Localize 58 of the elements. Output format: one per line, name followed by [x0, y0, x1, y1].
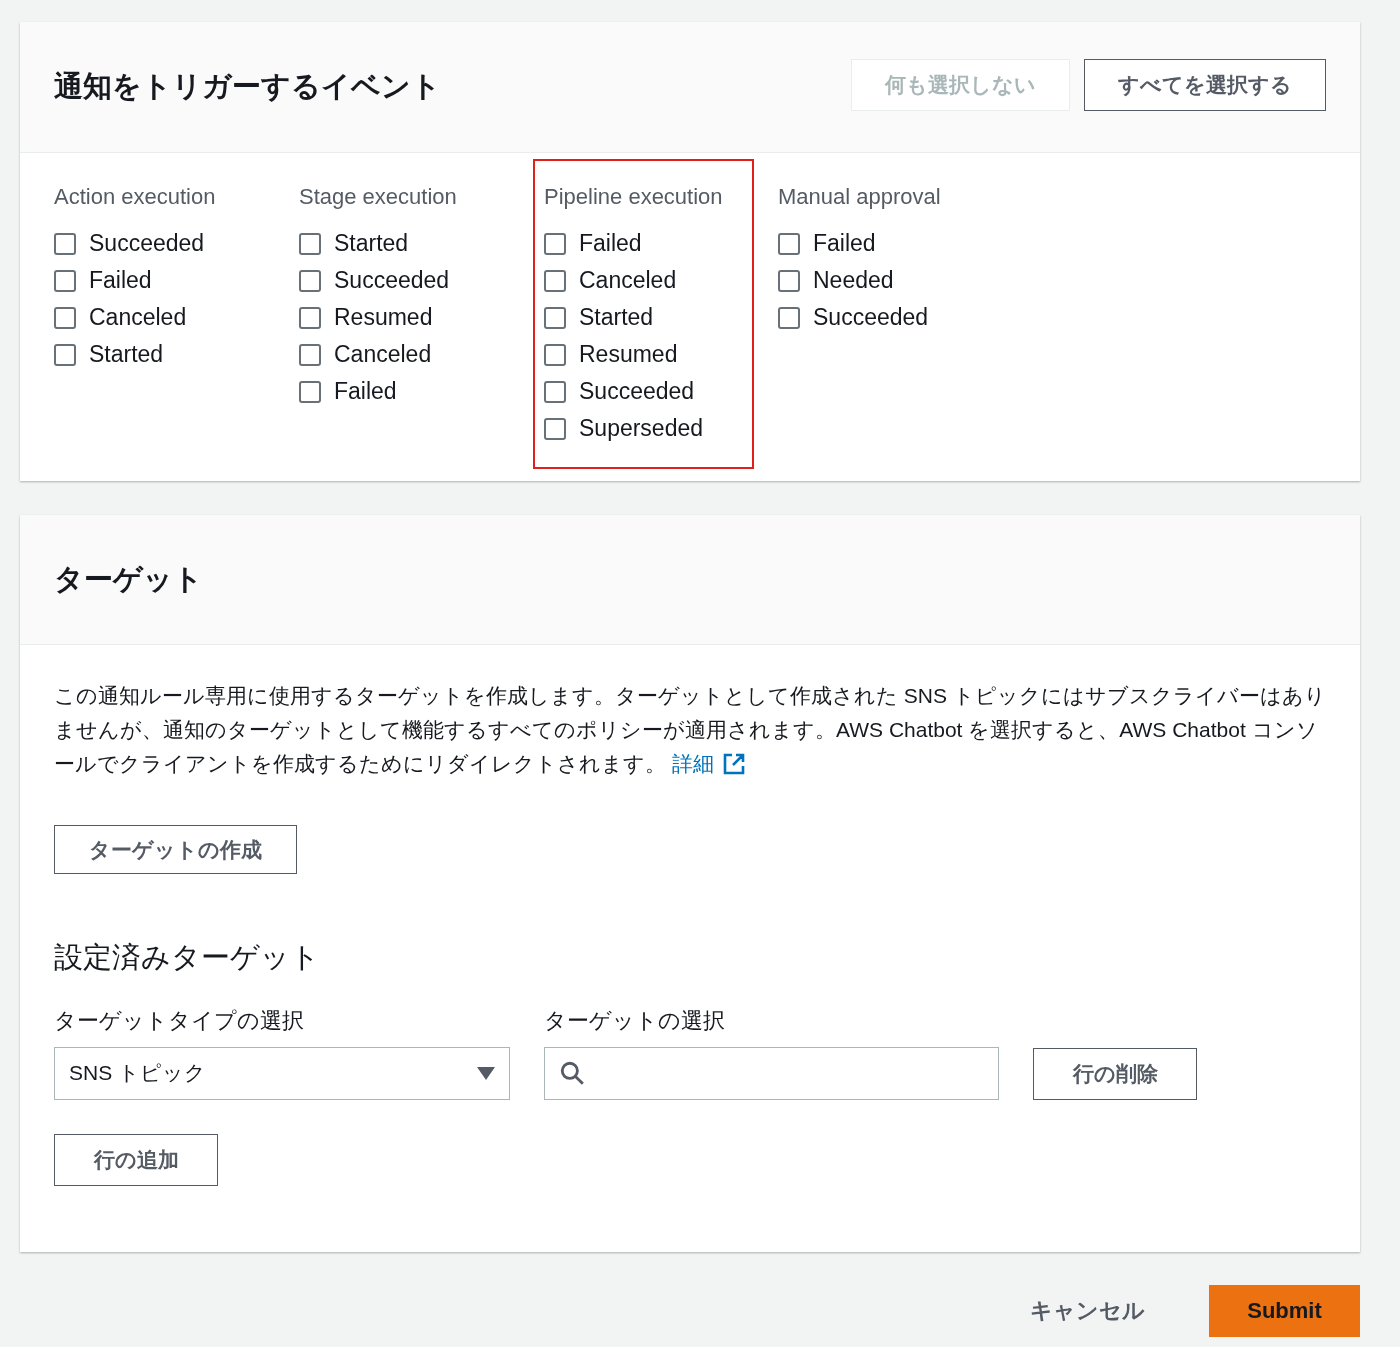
checkbox-label: Started — [334, 229, 409, 259]
remove-row-button[interactable]: 行の削除 — [1033, 1047, 1197, 1100]
checkbox-label: Canceled — [89, 303, 187, 333]
field-label: ターゲットタイプの選択 — [54, 1006, 305, 1035]
checkbox-label: Resumed — [334, 303, 433, 333]
section-heading: 設定済みターゲット — [54, 940, 321, 975]
group-title: Manual approval — [778, 183, 942, 211]
select-button[interactable]: すべてを選択する — [1084, 59, 1326, 111]
checkbox-label: Succeeded — [813, 303, 929, 333]
group-title: Stage execution — [299, 183, 458, 211]
checkbox-label: Succeeded — [334, 266, 450, 296]
checkbox[interactable] — [544, 417, 566, 440]
checkbox[interactable] — [299, 232, 321, 255]
checkbox-label: Failed — [89, 266, 152, 296]
checkbox[interactable] — [299, 269, 321, 292]
checkbox-label: Needed — [813, 266, 894, 296]
panel-title: ターゲット — [54, 561, 203, 597]
checkbox-label: Started — [89, 340, 164, 370]
checkbox-label: Canceled — [334, 340, 432, 370]
add-row-button[interactable]: 行の追加 — [54, 1133, 218, 1186]
checkbox[interactable] — [299, 306, 321, 329]
submit-button[interactable]: Submit — [1209, 1284, 1360, 1337]
panel-title: 通知をトリガーするイベント — [54, 69, 441, 105]
checkbox-label: Failed — [813, 229, 876, 259]
checkbox-label: Superseded — [579, 414, 704, 444]
checkbox[interactable] — [544, 380, 566, 403]
checkbox-label: Succeeded — [579, 377, 695, 407]
checkbox[interactable] — [778, 269, 800, 292]
checkbox[interactable] — [544, 232, 566, 255]
checkbox-label: Started — [579, 303, 654, 333]
checkbox-label: Succeeded — [89, 229, 205, 259]
checkbox[interactable] — [299, 343, 321, 366]
checkbox-label: Failed — [579, 229, 642, 259]
cancel-button[interactable]: キャンセル — [1000, 1284, 1175, 1337]
checkbox[interactable] — [299, 380, 321, 403]
checkbox[interactable] — [54, 343, 76, 366]
description-text: この通知ルール専用に使用するターゲットを作成します。ターゲットとして作成された SNS トピックにはサブスクライバーはありませんが、通知のターゲットとして機能するすべてのポリシーが適用されます。AWS Chatbot を選択すると、AWS Chatbot コンソールでクライアントを作成するためにリダイレクトされます。 詳細 — [54, 679, 1326, 781]
field-label: ターゲットの選択 — [544, 1006, 726, 1035]
checkbox[interactable] — [778, 232, 800, 255]
details-link[interactable]: 詳細 — [672, 747, 746, 781]
checkbox-label: Resumed — [579, 340, 678, 370]
group-title: Pipeline execution — [544, 183, 724, 211]
external-link-icon — [722, 752, 746, 776]
checkbox[interactable] — [54, 269, 76, 292]
checkbox-label: Canceled — [579, 266, 677, 296]
checkbox[interactable] — [54, 306, 76, 329]
dropdown-caret-icon — [477, 1066, 495, 1080]
create-target-button[interactable]: ターゲットの作成 — [54, 825, 297, 874]
target-type-select[interactable]: SNS トピック — [54, 1046, 510, 1100]
checkbox-label: Failed — [334, 377, 397, 407]
group-title: Action execution — [54, 183, 217, 211]
checkbox[interactable] — [54, 232, 76, 255]
checkbox[interactable] — [544, 306, 566, 329]
checkbox[interactable] — [544, 269, 566, 292]
target-search-field[interactable] — [544, 1046, 999, 1100]
search-icon — [559, 1060, 585, 1086]
checkbox[interactable] — [544, 343, 566, 366]
checkbox[interactable] — [778, 306, 800, 329]
